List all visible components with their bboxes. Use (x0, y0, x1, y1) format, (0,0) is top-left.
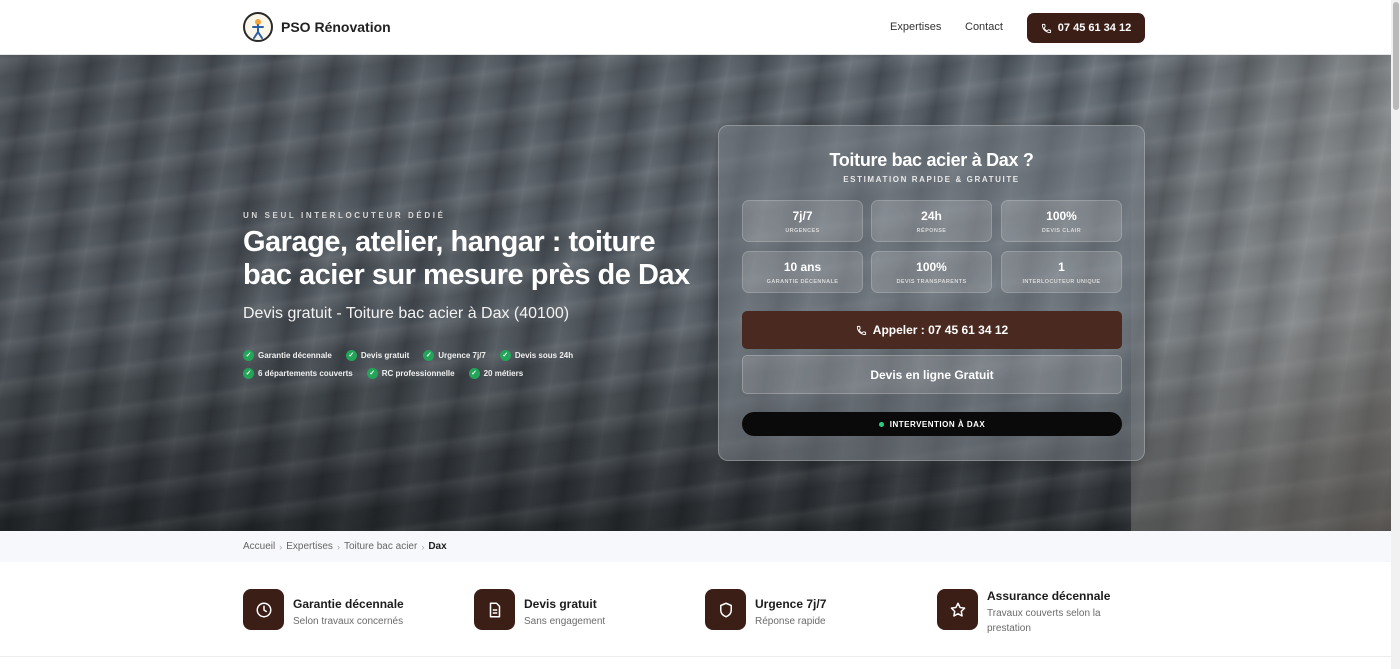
breadcrumb-current: Dax (428, 541, 447, 552)
feature-title: Garantie décennale (293, 597, 404, 611)
breadcrumb-toiture[interactable]: Toiture bac acier (344, 541, 417, 552)
badge: ✓ 6 départements couverts (243, 368, 353, 379)
feature-title: Urgence 7j/7 (755, 597, 827, 611)
card-subtitle: ESTIMATION RAPIDE & GRATUITE (843, 175, 1020, 184)
hero-eyebrow: UN SEUL INTERLOCUTEUR DÉDIÉ (243, 211, 446, 220)
check-icon: ✓ (345, 350, 357, 361)
stat-label: INTERLOCUTEUR UNIQUE (1022, 279, 1101, 285)
hero-title: Garage, atelier, hangar : toiture bac ac… (243, 226, 690, 291)
stat-tile: 100% DEVIS TRANSPARENTS (871, 251, 992, 293)
check-icon: ✓ (499, 350, 511, 361)
stat-tile: 1 INTERLOCUTEUR UNIQUE (1001, 251, 1122, 293)
stat-label: URGENCES (785, 228, 820, 234)
stat-value: 10 ans (783, 260, 822, 274)
nav-expertises[interactable]: Expertises (890, 21, 941, 33)
feature-item: Devis gratuit Sans engagement (474, 589, 605, 630)
shield-icon (705, 589, 746, 630)
badge-label: RC professionnelle (381, 369, 455, 378)
stat-value: 1 (1058, 260, 1065, 274)
feature-title: Assurance décennale (987, 589, 1111, 603)
breadcrumb-expertises[interactable]: Expertises (286, 541, 333, 552)
intervention-label: INTERVENTION À DAX (889, 419, 986, 429)
header-phone-button[interactable]: 07 45 61 34 12 (1027, 13, 1145, 43)
document-icon (474, 589, 515, 630)
nav-contact[interactable]: Contact (965, 21, 1003, 33)
feature-title: Devis gratuit (524, 597, 597, 611)
badge: ✓ RC professionnelle (366, 368, 455, 379)
site-header: PSO Rénovation Expertises Contact 07 45 … (0, 0, 1391, 55)
badge-label: Devis gratuit (360, 351, 410, 360)
chevron-right-icon: › (279, 541, 283, 552)
logo-icon[interactable] (243, 12, 273, 42)
stat-tile: 24h RÉPONSE (871, 200, 992, 242)
stat-label: DEVIS CLAIR (1041, 228, 1082, 234)
hero-subtitle: Devis gratuit - Toiture bac acier à Dax … (243, 305, 570, 322)
hero-background-highlight (1131, 55, 1391, 531)
feature-desc: Réponse rapide (755, 616, 826, 627)
hero-section: UN SEUL INTERLOCUTEUR DÉDIÉ Garage, atel… (0, 55, 1391, 531)
clock-icon (243, 589, 284, 630)
badge: ✓ 20 métiers (468, 368, 524, 379)
call-button-label: Appeler : 07 45 61 34 12 (872, 323, 1009, 337)
stat-value: 100% (916, 260, 947, 274)
stat-tile: 7j/7 URGENCES (742, 200, 863, 242)
badge: ✓ Urgence 7j/7 (423, 350, 486, 361)
stat-value: 7j/7 (792, 209, 813, 223)
stat-label: RÉPONSE (916, 228, 947, 234)
feature-desc: Sans engagement (524, 616, 606, 627)
check-icon: ✓ (423, 350, 435, 361)
check-icon: ✓ (366, 368, 378, 379)
badge-label: Devis sous 24h (514, 351, 574, 360)
divider (0, 656, 1391, 657)
brand-name[interactable]: PSO Rénovation (281, 19, 391, 35)
card-title: Toiture bac acier à Dax ? (829, 150, 1034, 170)
feature-desc: Travaux couverts selon la prestation (987, 608, 1101, 634)
badge: ✓ Devis gratuit (345, 350, 410, 361)
feature-item: Garantie décennale Selon travaux concern… (243, 589, 404, 630)
badge: ✓ Devis sous 24h (499, 350, 574, 361)
intervention-badge: INTERVENTION À DAX (742, 412, 1122, 436)
feature-item: Urgence 7j/7 Réponse rapide (705, 589, 826, 630)
breadcrumb: Accueil › Expertises › Toiture bac acier… (243, 541, 447, 552)
stat-label: DEVIS TRANSPARENTS (896, 279, 967, 285)
online-quote-button[interactable]: Devis en ligne Gratuit (742, 355, 1122, 394)
chevron-right-icon: › (421, 541, 425, 552)
feature-desc: Selon travaux concernés (293, 616, 404, 627)
badge-label: 6 départements couverts (258, 369, 353, 378)
stat-tile: 100% DEVIS CLAIR (1001, 200, 1122, 242)
breadcrumb-bar: Accueil › Expertises › Toiture bac acier… (0, 531, 1391, 562)
star-icon (937, 589, 978, 630)
breadcrumb-home[interactable]: Accueil (243, 541, 275, 552)
quote-card: Toiture bac acier à Dax ? ESTIMATION RAP… (718, 125, 1145, 461)
check-icon: ✓ (468, 368, 480, 379)
check-icon: ✓ (243, 368, 254, 379)
header-phone-label: 07 45 61 34 12 (1057, 22, 1132, 34)
status-dot-icon (878, 421, 884, 427)
hero-badges: ✓ Garantie décennale ✓ Devis gratuit ✓ Urge… (243, 350, 663, 386)
badge-label: Garantie décennale (258, 351, 332, 360)
chevron-right-icon: › (336, 541, 340, 552)
call-button[interactable]: Appeler : 07 45 61 34 12 (742, 311, 1122, 349)
badge: ✓ Garantie décennale (243, 350, 332, 361)
feature-item: Assurance décennale Travaux couverts sel… (937, 586, 1127, 636)
stat-value: 100% (1046, 209, 1077, 223)
check-icon: ✓ (243, 350, 254, 361)
badge-label: 20 métiers (483, 369, 524, 378)
phone-icon (856, 325, 866, 335)
scrollbar-thumb[interactable] (1393, 2, 1399, 110)
phone-icon (1041, 23, 1051, 33)
badge-label: Urgence 7j/7 (438, 351, 486, 360)
stat-tile: 10 ans GARANTIE DÉCENNALE (742, 251, 863, 293)
stat-value: 24h (921, 209, 942, 223)
stat-label: GARANTIE DÉCENNALE (766, 279, 839, 285)
